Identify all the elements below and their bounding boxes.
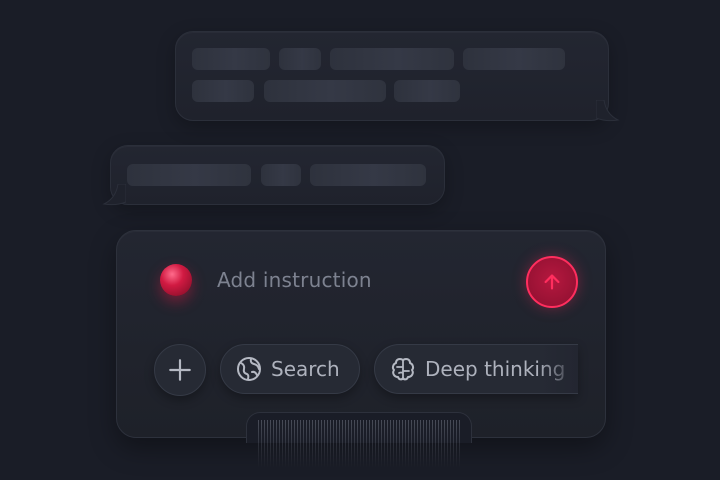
search-label: Search — [271, 357, 340, 381]
add-attachment-button[interactable] — [154, 344, 206, 396]
text-placeholder — [192, 48, 270, 70]
deep-thinking-toggle-button[interactable]: Deep thinking — [374, 344, 578, 394]
speaker-grille — [258, 420, 462, 468]
bubble-tail — [102, 184, 126, 206]
text-placeholder — [463, 48, 565, 70]
text-placeholder — [264, 80, 386, 102]
chat-message-incoming — [110, 145, 445, 205]
text-placeholder — [192, 80, 254, 102]
search-toggle-button[interactable]: Search — [220, 344, 360, 394]
text-placeholder — [279, 48, 321, 70]
instruction-composer — [116, 230, 606, 438]
globe-icon — [237, 357, 261, 381]
text-placeholder — [310, 164, 426, 186]
plus-icon — [169, 359, 191, 381]
overflow-fade — [538, 345, 578, 393]
record-indicator — [160, 264, 192, 296]
bubble-tail — [596, 100, 620, 122]
send-button[interactable] — [526, 256, 578, 308]
arrow-up-icon — [544, 274, 560, 290]
text-placeholder — [127, 164, 251, 186]
brain-icon — [391, 358, 415, 381]
text-placeholder — [394, 80, 460, 102]
text-placeholder — [330, 48, 454, 70]
instruction-input[interactable]: Add instruction — [217, 268, 372, 292]
chat-message-outgoing — [175, 31, 609, 121]
text-placeholder — [261, 164, 301, 186]
